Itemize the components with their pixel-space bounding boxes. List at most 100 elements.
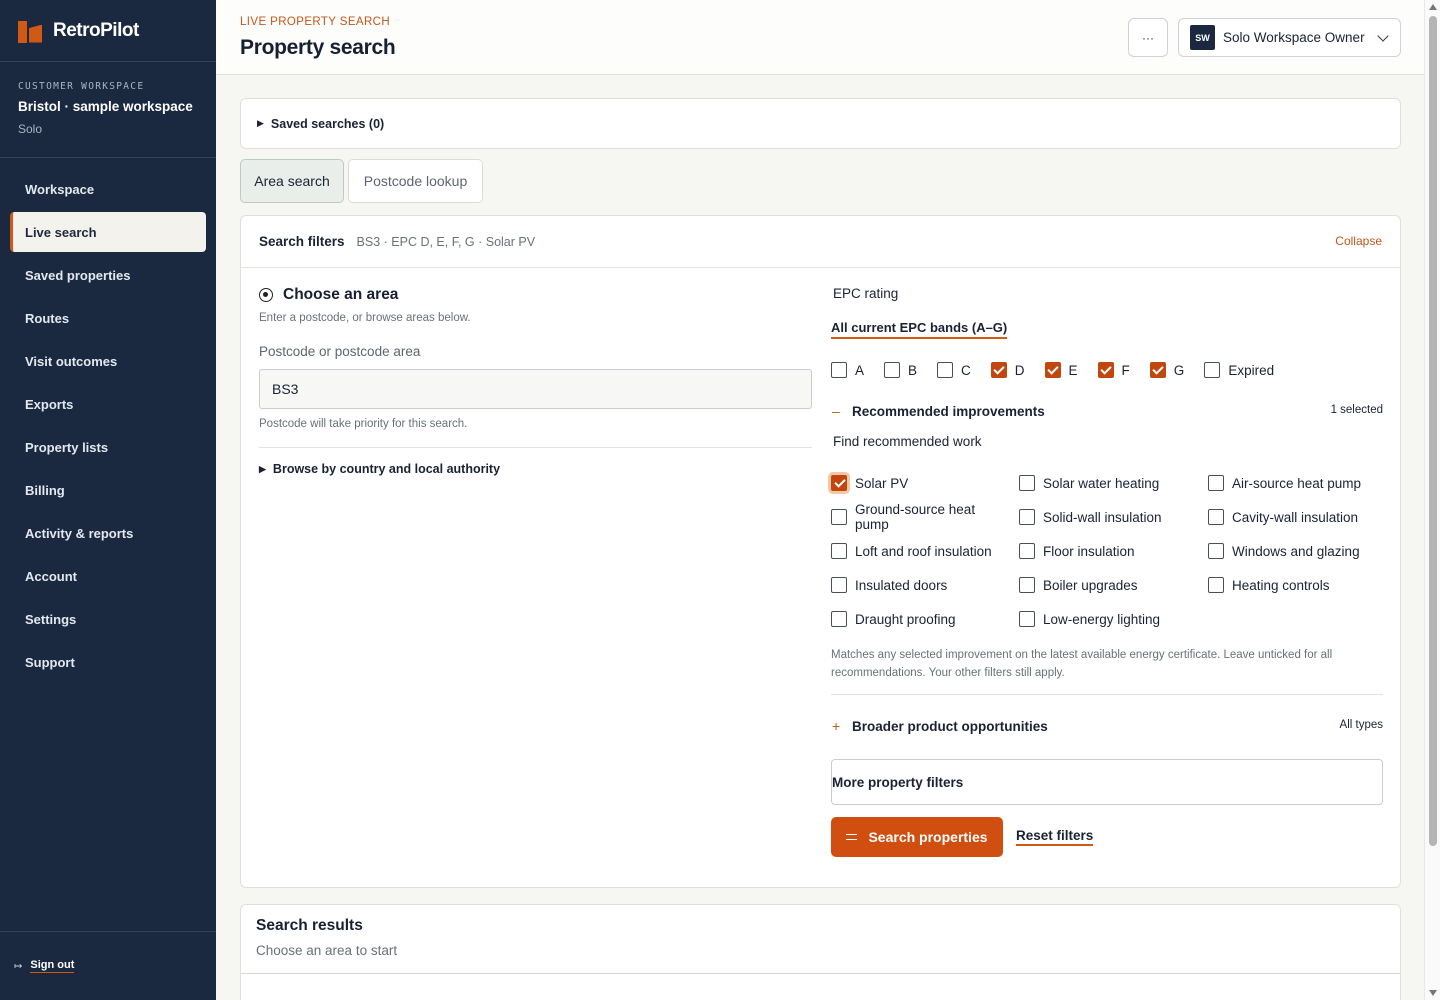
sign-out-link[interactable]: Sign out: [30, 959, 75, 973]
sidebar-item-visit-outcomes[interactable]: Visit outcomes: [10, 341, 206, 381]
sidebar-item-account[interactable]: Account: [10, 556, 206, 596]
checkbox[interactable]: [1204, 362, 1221, 378]
checkbox[interactable]: [1044, 362, 1061, 378]
improvement-label: Solar PV: [855, 475, 909, 491]
checkbox[interactable]: [831, 577, 847, 593]
epc-band-label: C: [961, 362, 971, 378]
checkbox[interactable]: [1208, 509, 1224, 525]
target-icon: [259, 288, 273, 302]
more-property-filters-button[interactable]: More property filters: [831, 759, 1383, 805]
improvement-label: Windows and glazing: [1232, 543, 1360, 559]
sliders-icon: [846, 833, 858, 842]
checkbox[interactable]: [1149, 362, 1166, 378]
checkbox[interactable]: [884, 362, 901, 378]
checkbox[interactable]: [1208, 577, 1224, 593]
broader-opportunities-toggle[interactable]: + Broader product opportunities All type…: [831, 718, 1383, 734]
workspace-name: Bristol · sample workspace: [18, 99, 193, 114]
epc-band-f[interactable]: F: [1097, 362, 1130, 378]
improvement-solar-pv[interactable]: Solar PV: [831, 466, 1019, 500]
filters-summary: BS3 · EPC D, E, F, G · Solar PV: [356, 234, 536, 249]
epc-band-e[interactable]: E: [1044, 362, 1078, 378]
tab-postcode-lookup[interactable]: Postcode lookup: [348, 159, 483, 203]
reset-filters-button[interactable]: Reset filters: [1016, 828, 1094, 846]
browse-authority-toggle[interactable]: ▶ Browse by country and local authority: [259, 462, 812, 476]
page-scrollbar[interactable]: [1424, 0, 1440, 1000]
sidebar: RetroPilot CUSTOMER WORKSPACE Bristol · …: [0, 0, 216, 1000]
workspace-info: CUSTOMER WORKSPACE Bristol · sample work…: [0, 62, 216, 158]
checkbox[interactable]: [831, 362, 847, 378]
saved-searches-toggle[interactable]: ▶ Saved searches (0): [240, 98, 1401, 149]
tab-area-search[interactable]: Area search: [240, 159, 344, 203]
checkbox[interactable]: [1208, 475, 1224, 491]
avatar: SW: [1190, 25, 1215, 50]
sidebar-item-settings[interactable]: Settings: [10, 599, 206, 639]
improvement-cavity-wall-insulation[interactable]: Cavity-wall insulation: [1208, 500, 1383, 534]
epc-band-d[interactable]: D: [990, 362, 1025, 378]
improvement-air-source-heat-pump[interactable]: Air-source heat pump: [1208, 466, 1383, 500]
sidebar-item-billing[interactable]: Billing: [10, 470, 206, 510]
improvements-note: Matches any selected improvement on the …: [831, 646, 1383, 695]
scroll-up-icon[interactable]: [1429, 4, 1437, 10]
user-menu-button[interactable]: SW Solo Workspace Owner: [1178, 18, 1401, 57]
checkbox[interactable]: [1097, 362, 1114, 378]
improvement-loft-and-roof-insulation[interactable]: Loft and roof insulation: [831, 534, 1019, 568]
epc-band-expired[interactable]: Expired: [1204, 362, 1274, 378]
workspace-plan: Solo: [18, 122, 43, 136]
improvement-ground-source-heat-pump[interactable]: Ground-source heat pump: [831, 500, 1019, 534]
checkbox[interactable]: [990, 362, 1007, 378]
checkbox[interactable]: [1019, 611, 1035, 627]
filters-header: Search filters BS3 · EPC D, E, F, G · So…: [241, 216, 1400, 268]
results-subtitle: Choose an area to start: [256, 943, 398, 958]
filters-title: Search filters: [259, 234, 345, 249]
epc-band-b[interactable]: B: [884, 362, 917, 378]
epc-band-c[interactable]: C: [937, 362, 971, 378]
sidebar-item-saved-properties[interactable]: Saved properties: [10, 255, 206, 295]
improvement-solar-water-heating[interactable]: Solar water heating: [1019, 466, 1208, 500]
divider: [241, 973, 1400, 974]
improvement-heating-controls[interactable]: Heating controls: [1208, 568, 1383, 602]
epc-label: EPC rating: [833, 286, 899, 301]
checkbox[interactable]: [937, 362, 954, 378]
page-header: LIVE PROPERTY SEARCH Property search ···…: [216, 0, 1424, 75]
sidebar-item-workspace[interactable]: Workspace: [10, 169, 206, 209]
improvements-header[interactable]: – Recommended improvements 1 selected: [831, 403, 1383, 419]
epc-band-label: G: [1173, 362, 1185, 378]
postcode-input[interactable]: [259, 369, 812, 409]
checkbox[interactable]: [831, 611, 847, 627]
scroll-down-icon[interactable]: [1429, 990, 1437, 996]
sidebar-item-activity-reports[interactable]: Activity & reports: [10, 513, 206, 553]
checkbox[interactable]: [831, 475, 847, 491]
improvement-low-energy-lighting[interactable]: Low-energy lighting: [1019, 602, 1208, 636]
sidebar-item-exports[interactable]: Exports: [10, 384, 206, 424]
sidebar-item-support[interactable]: Support: [10, 642, 206, 682]
scrollbar-thumb[interactable]: [1429, 16, 1437, 846]
sidebar-item-live-search[interactable]: Live search: [10, 212, 206, 252]
improvement-draught-proofing[interactable]: Draught proofing: [831, 602, 1019, 636]
checkbox[interactable]: [1019, 543, 1035, 559]
search-properties-button[interactable]: Search properties: [831, 817, 1003, 857]
checkbox[interactable]: [831, 509, 847, 525]
collapse-button[interactable]: Collapse: [1335, 234, 1382, 248]
checkbox[interactable]: [831, 543, 847, 559]
improvement-label: Insulated doors: [855, 577, 948, 593]
epc-bands: A B C D E F G Expired: [831, 362, 1383, 378]
epc-band-g[interactable]: G: [1149, 362, 1185, 378]
broader-title: Broader product opportunities: [852, 718, 1048, 734]
checkbox[interactable]: [1019, 509, 1035, 525]
postcode-label: Postcode or postcode area: [259, 344, 421, 359]
checkbox[interactable]: [1208, 543, 1224, 559]
brand[interactable]: RetroPilot: [0, 0, 216, 62]
improvement-windows-and-glazing[interactable]: Windows and glazing: [1208, 534, 1383, 568]
improvement-floor-insulation[interactable]: Floor insulation: [1019, 534, 1208, 568]
improvement-solid-wall-insulation[interactable]: Solid-wall insulation: [1019, 500, 1208, 534]
more-options-button[interactable]: ···: [1128, 18, 1168, 57]
checkbox[interactable]: [1019, 475, 1035, 491]
checkbox[interactable]: [1019, 577, 1035, 593]
improvement-boiler-upgrades[interactable]: Boiler upgrades: [1019, 568, 1208, 602]
sidebar-item-routes[interactable]: Routes: [10, 298, 206, 338]
improvement-insulated-doors[interactable]: Insulated doors: [831, 568, 1019, 602]
epc-all-bands-link[interactable]: All current EPC bands (A–G): [831, 320, 1008, 339]
sidebar-item-property-lists[interactable]: Property lists: [10, 427, 206, 467]
improvement-label: Cavity-wall insulation: [1232, 509, 1359, 525]
epc-band-a[interactable]: A: [831, 362, 864, 378]
